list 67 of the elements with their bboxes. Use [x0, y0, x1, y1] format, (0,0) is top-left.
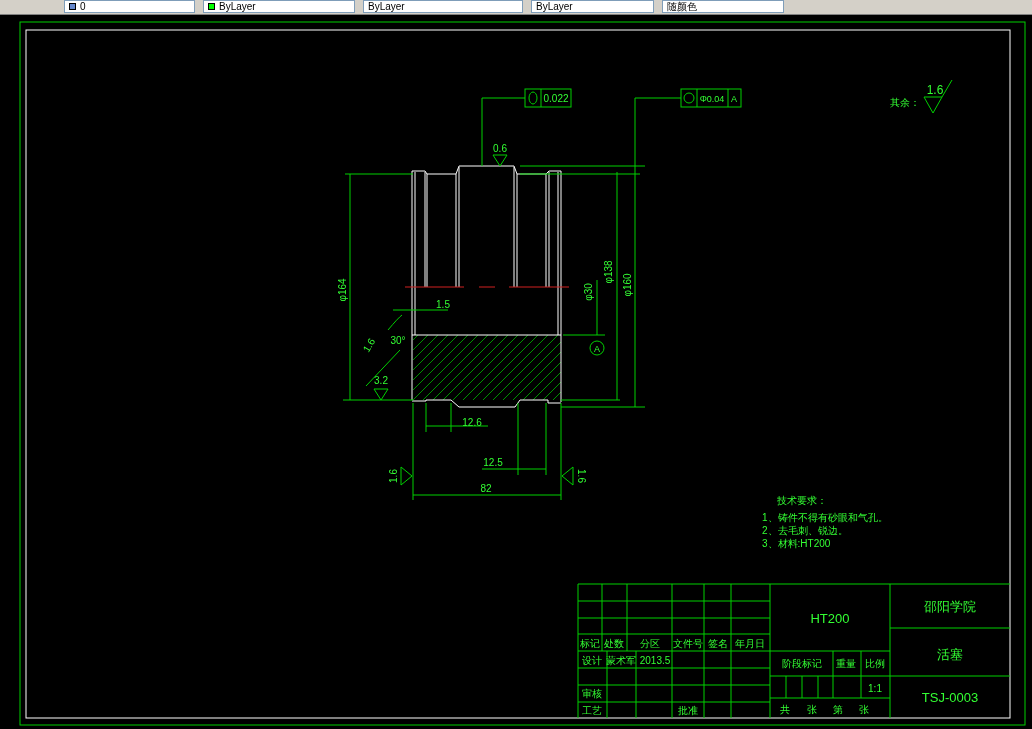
property-dropdown[interactable]: 随颜色 — [662, 0, 784, 13]
dimension-text: φ160 — [622, 273, 633, 297]
leader-line — [481, 97, 526, 167]
circularity-symbol-icon — [528, 91, 538, 105]
title-block-text: 1:1 — [868, 683, 882, 694]
roughness-value: 1.6 — [388, 469, 399, 483]
title-block-text: 比例 — [865, 658, 885, 669]
dimension-text: 12.5 — [483, 457, 503, 468]
material-text: HT200 — [810, 611, 850, 626]
datum-label: A — [594, 344, 600, 354]
roughness-value: 3.2 — [374, 375, 388, 386]
note-text: 2、去毛刺、锐边。 — [762, 525, 848, 536]
color-swatch-icon — [208, 3, 215, 10]
roughness-symbol-icon — [923, 79, 953, 114]
dimension-text: 30° — [390, 335, 406, 346]
title-block-text: 审核 — [582, 688, 602, 699]
roughness-value: 0.6 — [493, 143, 507, 154]
note-text: 3、材料:HT200 — [762, 538, 831, 549]
property-dropdown[interactable]: ByLayer — [531, 0, 654, 13]
tolerance-frame — [680, 88, 742, 108]
roughness-symbol-icon — [400, 466, 413, 486]
layer-icon — [69, 3, 76, 10]
tolerance-value: 0.022 — [543, 93, 569, 104]
dimension-text: φ138 — [603, 260, 614, 284]
leader-line — [634, 97, 682, 167]
notes-title: 技术要求： — [777, 495, 827, 506]
title-block-text: 2013.5 — [639, 655, 671, 666]
roughness-symbol-icon — [492, 154, 508, 167]
datum-reference: A — [731, 94, 737, 104]
dimension-text: φ164 — [337, 278, 348, 302]
title-block-text: 批准 — [678, 705, 698, 716]
drawing-number: TSJ-0003 — [921, 690, 979, 705]
title-block-text: 蒙术军 — [606, 655, 636, 666]
title-block-text: 处数 — [604, 638, 624, 649]
title-block-text: 文件号 — [673, 638, 703, 649]
title-block-text: 阶段标记 — [782, 658, 822, 669]
property-dropdown[interactable]: 0 — [64, 0, 195, 13]
title-block-text: 设计 — [582, 655, 602, 666]
roughness-symbol-icon — [373, 388, 389, 401]
school-name: 邵阳学院 — [924, 599, 976, 614]
datum-circle-icon — [589, 340, 605, 356]
property-dropdown[interactable]: ByLayer — [363, 0, 523, 13]
roughness-note-label: 其余： — [890, 97, 920, 108]
roughness-value: 1.6 — [926, 83, 944, 97]
tolerance-value: Φ0.04 — [699, 94, 725, 104]
dimension-text: 12.6 — [462, 417, 482, 428]
title-block-text: 第 — [833, 704, 843, 715]
dimension-text: 82 — [480, 483, 492, 494]
part-name: 活塞 — [937, 647, 963, 662]
title-block-text: 张 — [859, 704, 869, 715]
dimension-text: 1.5 — [436, 299, 450, 310]
title-block-text: 重量 — [836, 658, 856, 669]
dimension-text: φ30 — [583, 283, 594, 301]
title-block-text: 标记 — [580, 638, 600, 649]
note-text: 1、铸件不得有砂眼和气孔。 — [762, 512, 888, 523]
tolerance-frame — [524, 88, 572, 108]
property-dropdown[interactable]: ByLayer — [203, 0, 355, 13]
roughness-symbol-icon — [561, 466, 574, 486]
title-block-text: 工艺 — [582, 705, 602, 716]
runout-symbol-icon — [683, 92, 695, 104]
title-block-text: 分区 — [640, 638, 660, 649]
title-block-text: 张 — [807, 704, 817, 715]
title-block-text: 签名 — [708, 638, 728, 649]
title-block-text: 共 — [780, 704, 790, 715]
roughness-value: 1.6 — [576, 469, 587, 483]
roughness-value: 1.6 — [360, 336, 378, 354]
title-block-text: 年月日 — [735, 638, 765, 649]
